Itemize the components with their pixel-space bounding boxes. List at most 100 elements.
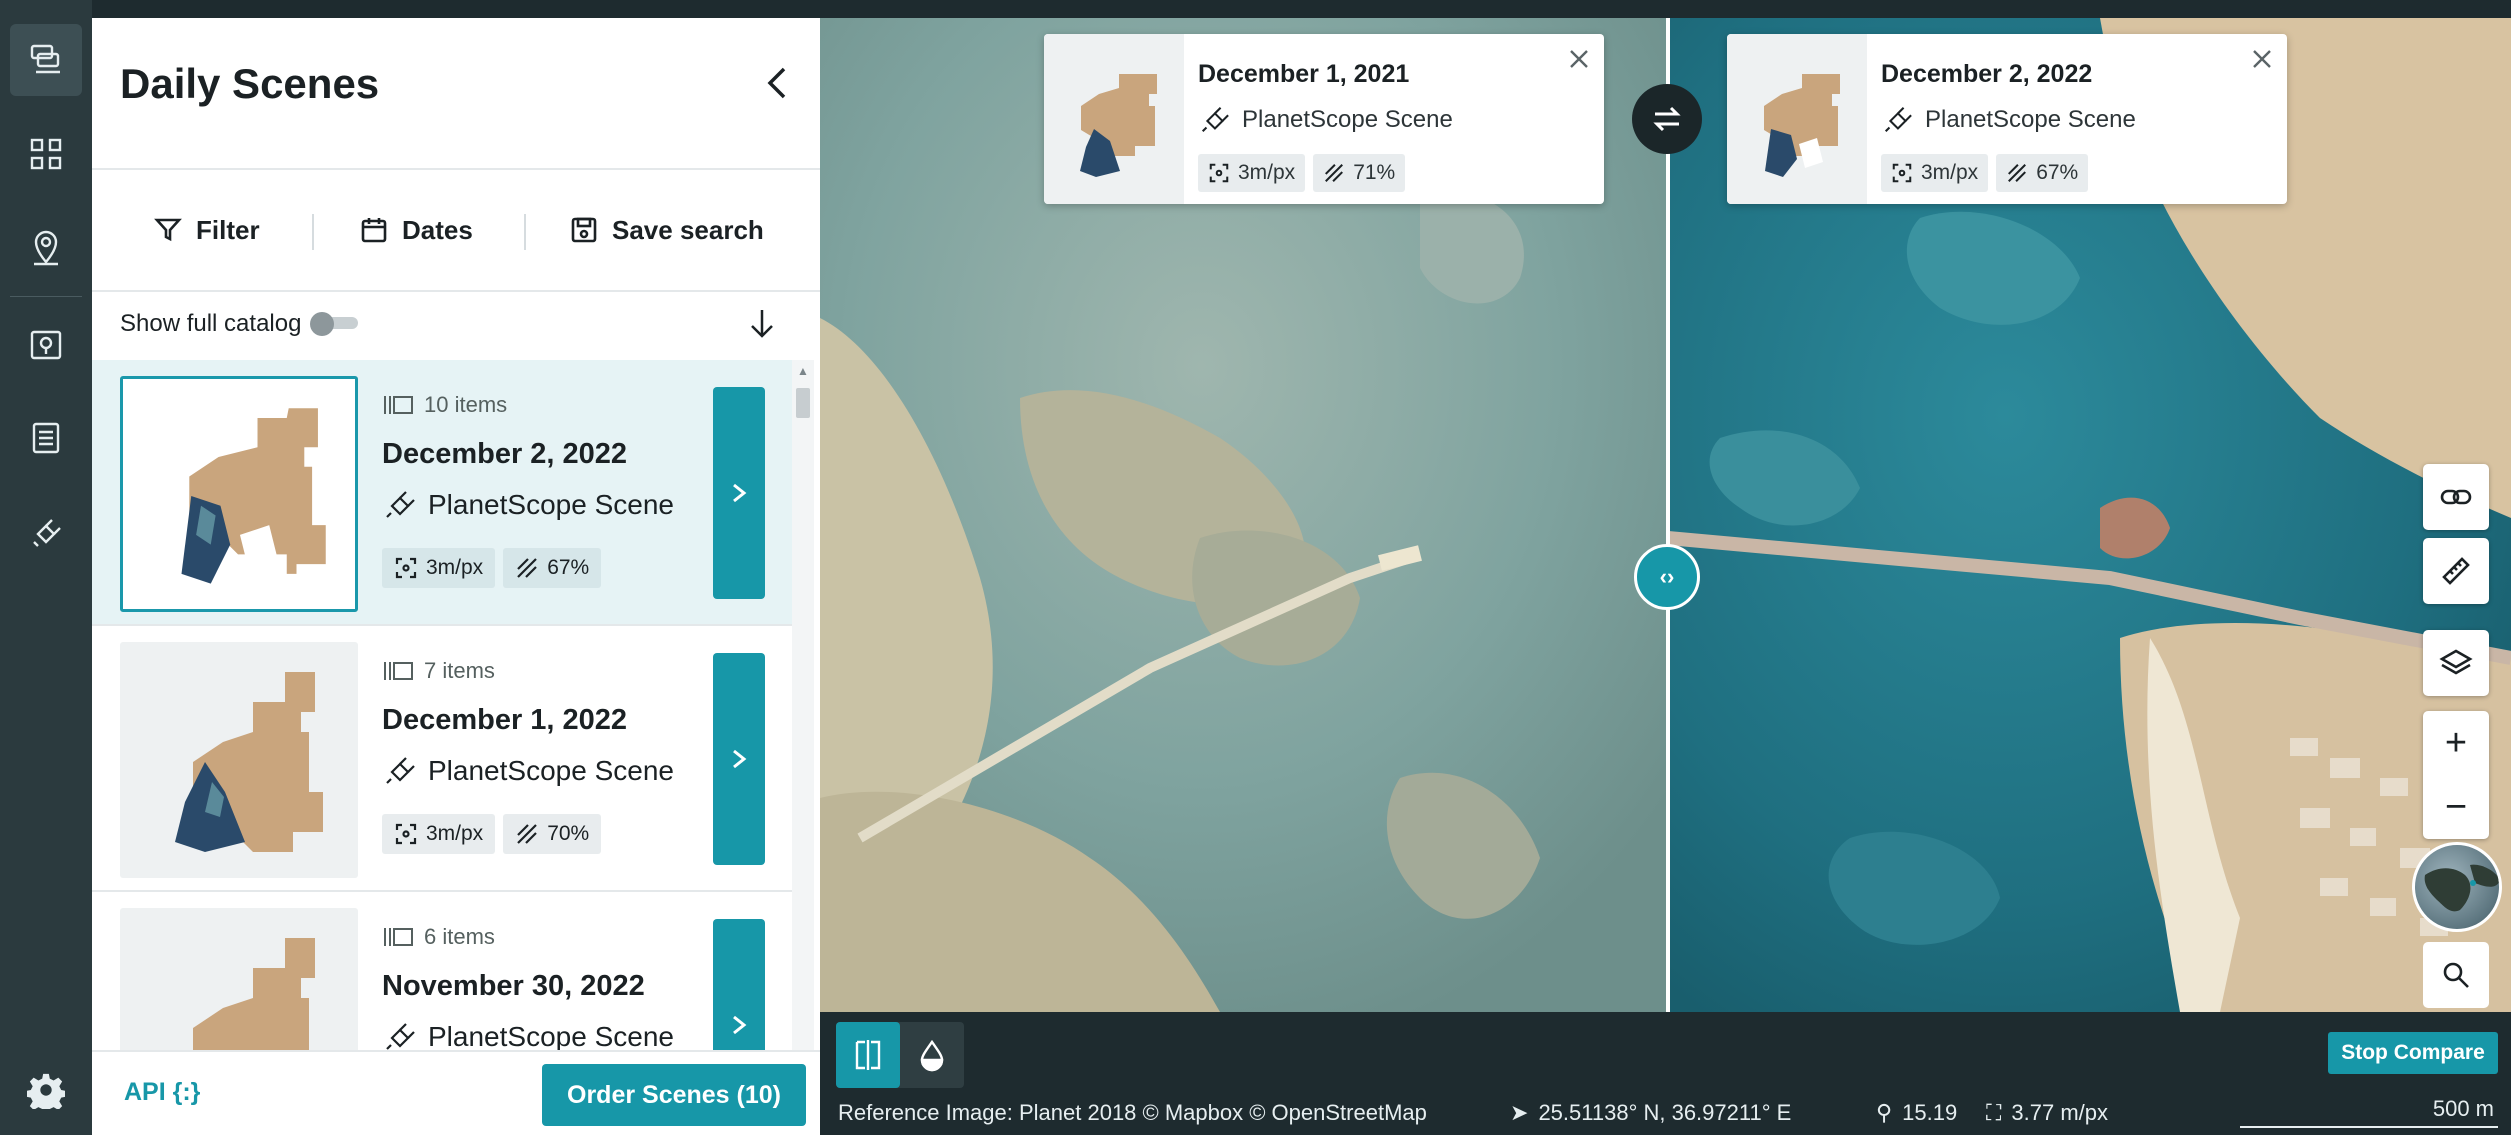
api-link[interactable]: API {:} bbox=[124, 1078, 200, 1107]
footprint-thumbnail-image bbox=[1080, 74, 1157, 177]
cloud-cover-chip: 67% bbox=[1996, 154, 2089, 192]
daily-scenes-rail-button[interactable] bbox=[10, 24, 82, 96]
split-drag-handle[interactable]: ‹› bbox=[1634, 544, 1700, 610]
items-count: 6 items bbox=[382, 924, 495, 950]
scroll-thumb[interactable] bbox=[796, 388, 810, 418]
scene-chips: 3m/px 67% bbox=[1881, 154, 2089, 192]
scene-card[interactable]: 7 items December 1, 2022 PlanetScope Sce… bbox=[92, 626, 792, 892]
scene-thumbnail bbox=[1044, 34, 1184, 204]
open-scene-button[interactable] bbox=[713, 919, 765, 1066]
save-search-button[interactable]: Save search bbox=[570, 200, 764, 260]
scene-type: PlanetScope Scene bbox=[1198, 104, 1453, 136]
tasking-rail-button[interactable] bbox=[10, 496, 82, 568]
scene-card[interactable]: 6 items November 30, 2022 PlanetScope Sc… bbox=[92, 892, 792, 1066]
globe-minimap[interactable] bbox=[2412, 842, 2502, 932]
show-full-catalog-toggle[interactable] bbox=[310, 312, 360, 336]
compare-map[interactable]: December 1, 2021 PlanetScope Scene 3m/px… bbox=[820, 18, 2511, 1012]
scene-thumbnail bbox=[120, 376, 358, 612]
magnifier-icon bbox=[2443, 962, 2469, 988]
dates-button[interactable]: Dates bbox=[360, 200, 473, 260]
scene-type-label: PlanetScope Scene bbox=[428, 489, 674, 520]
resolution-icon bbox=[395, 823, 417, 845]
layers-stack-icon bbox=[30, 44, 60, 74]
filter-button[interactable]: Filter bbox=[154, 200, 260, 260]
cloud-cover-label: 67% bbox=[2036, 161, 2079, 184]
link-icon bbox=[2440, 489, 2472, 505]
compare-mode-toggle bbox=[836, 1022, 964, 1088]
places-rail-button[interactable] bbox=[10, 212, 82, 284]
attribution-text: Reference Image: Planet 2018 © Mapbox © … bbox=[838, 1100, 1427, 1125]
layers-icon bbox=[2439, 649, 2473, 675]
opacity-view-button[interactable] bbox=[900, 1022, 964, 1088]
scene-list-scrollbar[interactable]: ▲ ▼ bbox=[792, 360, 814, 1066]
sort-button[interactable] bbox=[742, 304, 782, 344]
items-count: 7 items bbox=[382, 658, 495, 684]
save-disk-icon bbox=[571, 217, 597, 243]
close-icon bbox=[2253, 50, 2271, 68]
chevron-right-icon bbox=[733, 749, 747, 769]
save-search-label: Save search bbox=[612, 214, 764, 245]
open-scene-button[interactable] bbox=[713, 653, 765, 865]
swap-scenes-button[interactable] bbox=[1632, 84, 1702, 154]
scroll-up-arrow[interactable]: ▲ bbox=[796, 364, 810, 378]
open-scene-button[interactable] bbox=[713, 387, 765, 599]
satellite-icon bbox=[1201, 107, 1229, 133]
scene-type-label: PlanetScope Scene bbox=[428, 755, 674, 786]
scene-type-label: PlanetScope Scene bbox=[1925, 106, 2136, 133]
panel-title: Daily Scenes bbox=[120, 60, 380, 107]
scene-chips: 3m/px 67% bbox=[382, 548, 602, 588]
scene-date: November 30, 2022 bbox=[382, 970, 645, 1002]
scene-date: December 1, 2022 bbox=[382, 704, 628, 736]
scene-type: PlanetScope Scene bbox=[382, 1020, 674, 1054]
scene-card[interactable]: 10 items December 2, 2022 PlanetScope Sc… bbox=[92, 360, 792, 626]
catalog-row: Show full catalog bbox=[92, 290, 820, 360]
settings-button[interactable] bbox=[16, 1060, 76, 1120]
toolbar-separator bbox=[524, 214, 526, 250]
resolution-label: 3m/px bbox=[426, 556, 484, 579]
zoom-out-button[interactable]: − bbox=[2423, 775, 2489, 839]
resolution-label: 3m/px bbox=[426, 822, 484, 845]
map-pin-area-icon bbox=[30, 330, 62, 360]
hatch-icon bbox=[2008, 164, 2027, 182]
close-left-scene-button[interactable] bbox=[1564, 44, 1594, 74]
daily-scenes-panel: Daily Scenes Filter Dates Save search Sh… bbox=[92, 18, 820, 1135]
arrow-down-icon bbox=[751, 310, 773, 338]
scene-thumbnail bbox=[120, 642, 358, 878]
ruler-icon bbox=[2442, 557, 2470, 585]
zoom-to-fit-button[interactable] bbox=[2423, 942, 2489, 1008]
mosaics-rail-button[interactable] bbox=[10, 118, 82, 190]
resolution-chip: 3m/px bbox=[382, 814, 496, 854]
stop-compare-button[interactable]: Stop Compare bbox=[2328, 1032, 2498, 1074]
rail-separator bbox=[10, 296, 82, 297]
scene-type: PlanetScope Scene bbox=[1881, 104, 2136, 136]
gear-icon bbox=[27, 1073, 65, 1109]
zoom-level: ⚲ 15.19 bbox=[1876, 1100, 1957, 1126]
items-count-label: 7 items bbox=[424, 658, 495, 683]
zoom-in-button[interactable]: + bbox=[2423, 711, 2489, 775]
split-view-button[interactable] bbox=[836, 1022, 900, 1088]
footprint-thumbnail-image bbox=[193, 938, 323, 1066]
share-link-button[interactable] bbox=[2423, 464, 2489, 530]
compare-split-line[interactable] bbox=[1666, 18, 1670, 1012]
toggle-knob bbox=[310, 312, 334, 336]
order-scenes-button[interactable]: Order Scenes (10) bbox=[542, 1064, 806, 1126]
scene-type-label: PlanetScope Scene bbox=[428, 1021, 674, 1052]
scene-chips: 3m/px 71% bbox=[1198, 154, 1406, 192]
cloud-cover-label: 71% bbox=[1353, 161, 1396, 184]
toolbar-separator bbox=[312, 214, 314, 250]
location-arrow-icon: ➤ bbox=[1510, 1100, 1529, 1125]
scene-type: PlanetScope Scene bbox=[382, 754, 674, 788]
swap-arrows-icon bbox=[1653, 106, 1681, 132]
measure-button[interactable] bbox=[2423, 538, 2489, 604]
orders-rail-button[interactable] bbox=[10, 402, 82, 474]
hatch-icon bbox=[517, 558, 537, 578]
cloud-cover-label: 67% bbox=[547, 556, 590, 579]
collapse-panel-button[interactable] bbox=[752, 58, 802, 108]
scene-date: December 2, 2022 bbox=[382, 438, 628, 470]
areas-rail-button[interactable] bbox=[10, 308, 82, 380]
scene-date: December 1, 2021 bbox=[1198, 60, 1410, 88]
zoom-level-label: 15.19 bbox=[1902, 1100, 1958, 1125]
footprint-thumbnail-image bbox=[1764, 74, 1840, 177]
layers-button[interactable] bbox=[2423, 630, 2489, 696]
close-right-scene-button[interactable] bbox=[2247, 44, 2277, 74]
